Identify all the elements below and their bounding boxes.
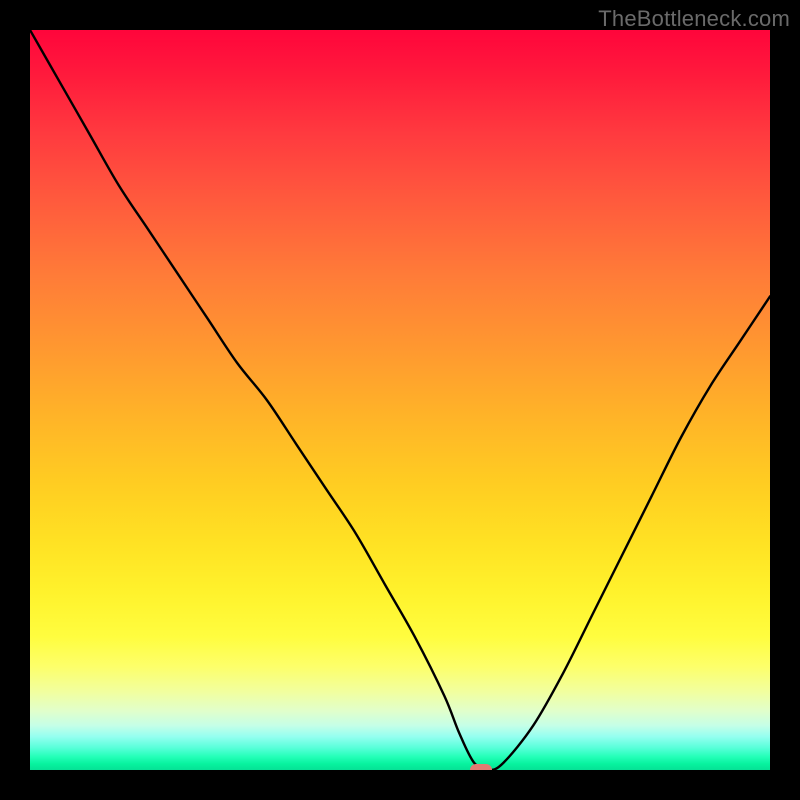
- bottleneck-curve: [30, 30, 770, 770]
- watermark-text: TheBottleneck.com: [598, 6, 790, 32]
- optimal-marker: [470, 764, 492, 770]
- chart-frame: TheBottleneck.com: [0, 0, 800, 800]
- plot-area: [30, 30, 770, 770]
